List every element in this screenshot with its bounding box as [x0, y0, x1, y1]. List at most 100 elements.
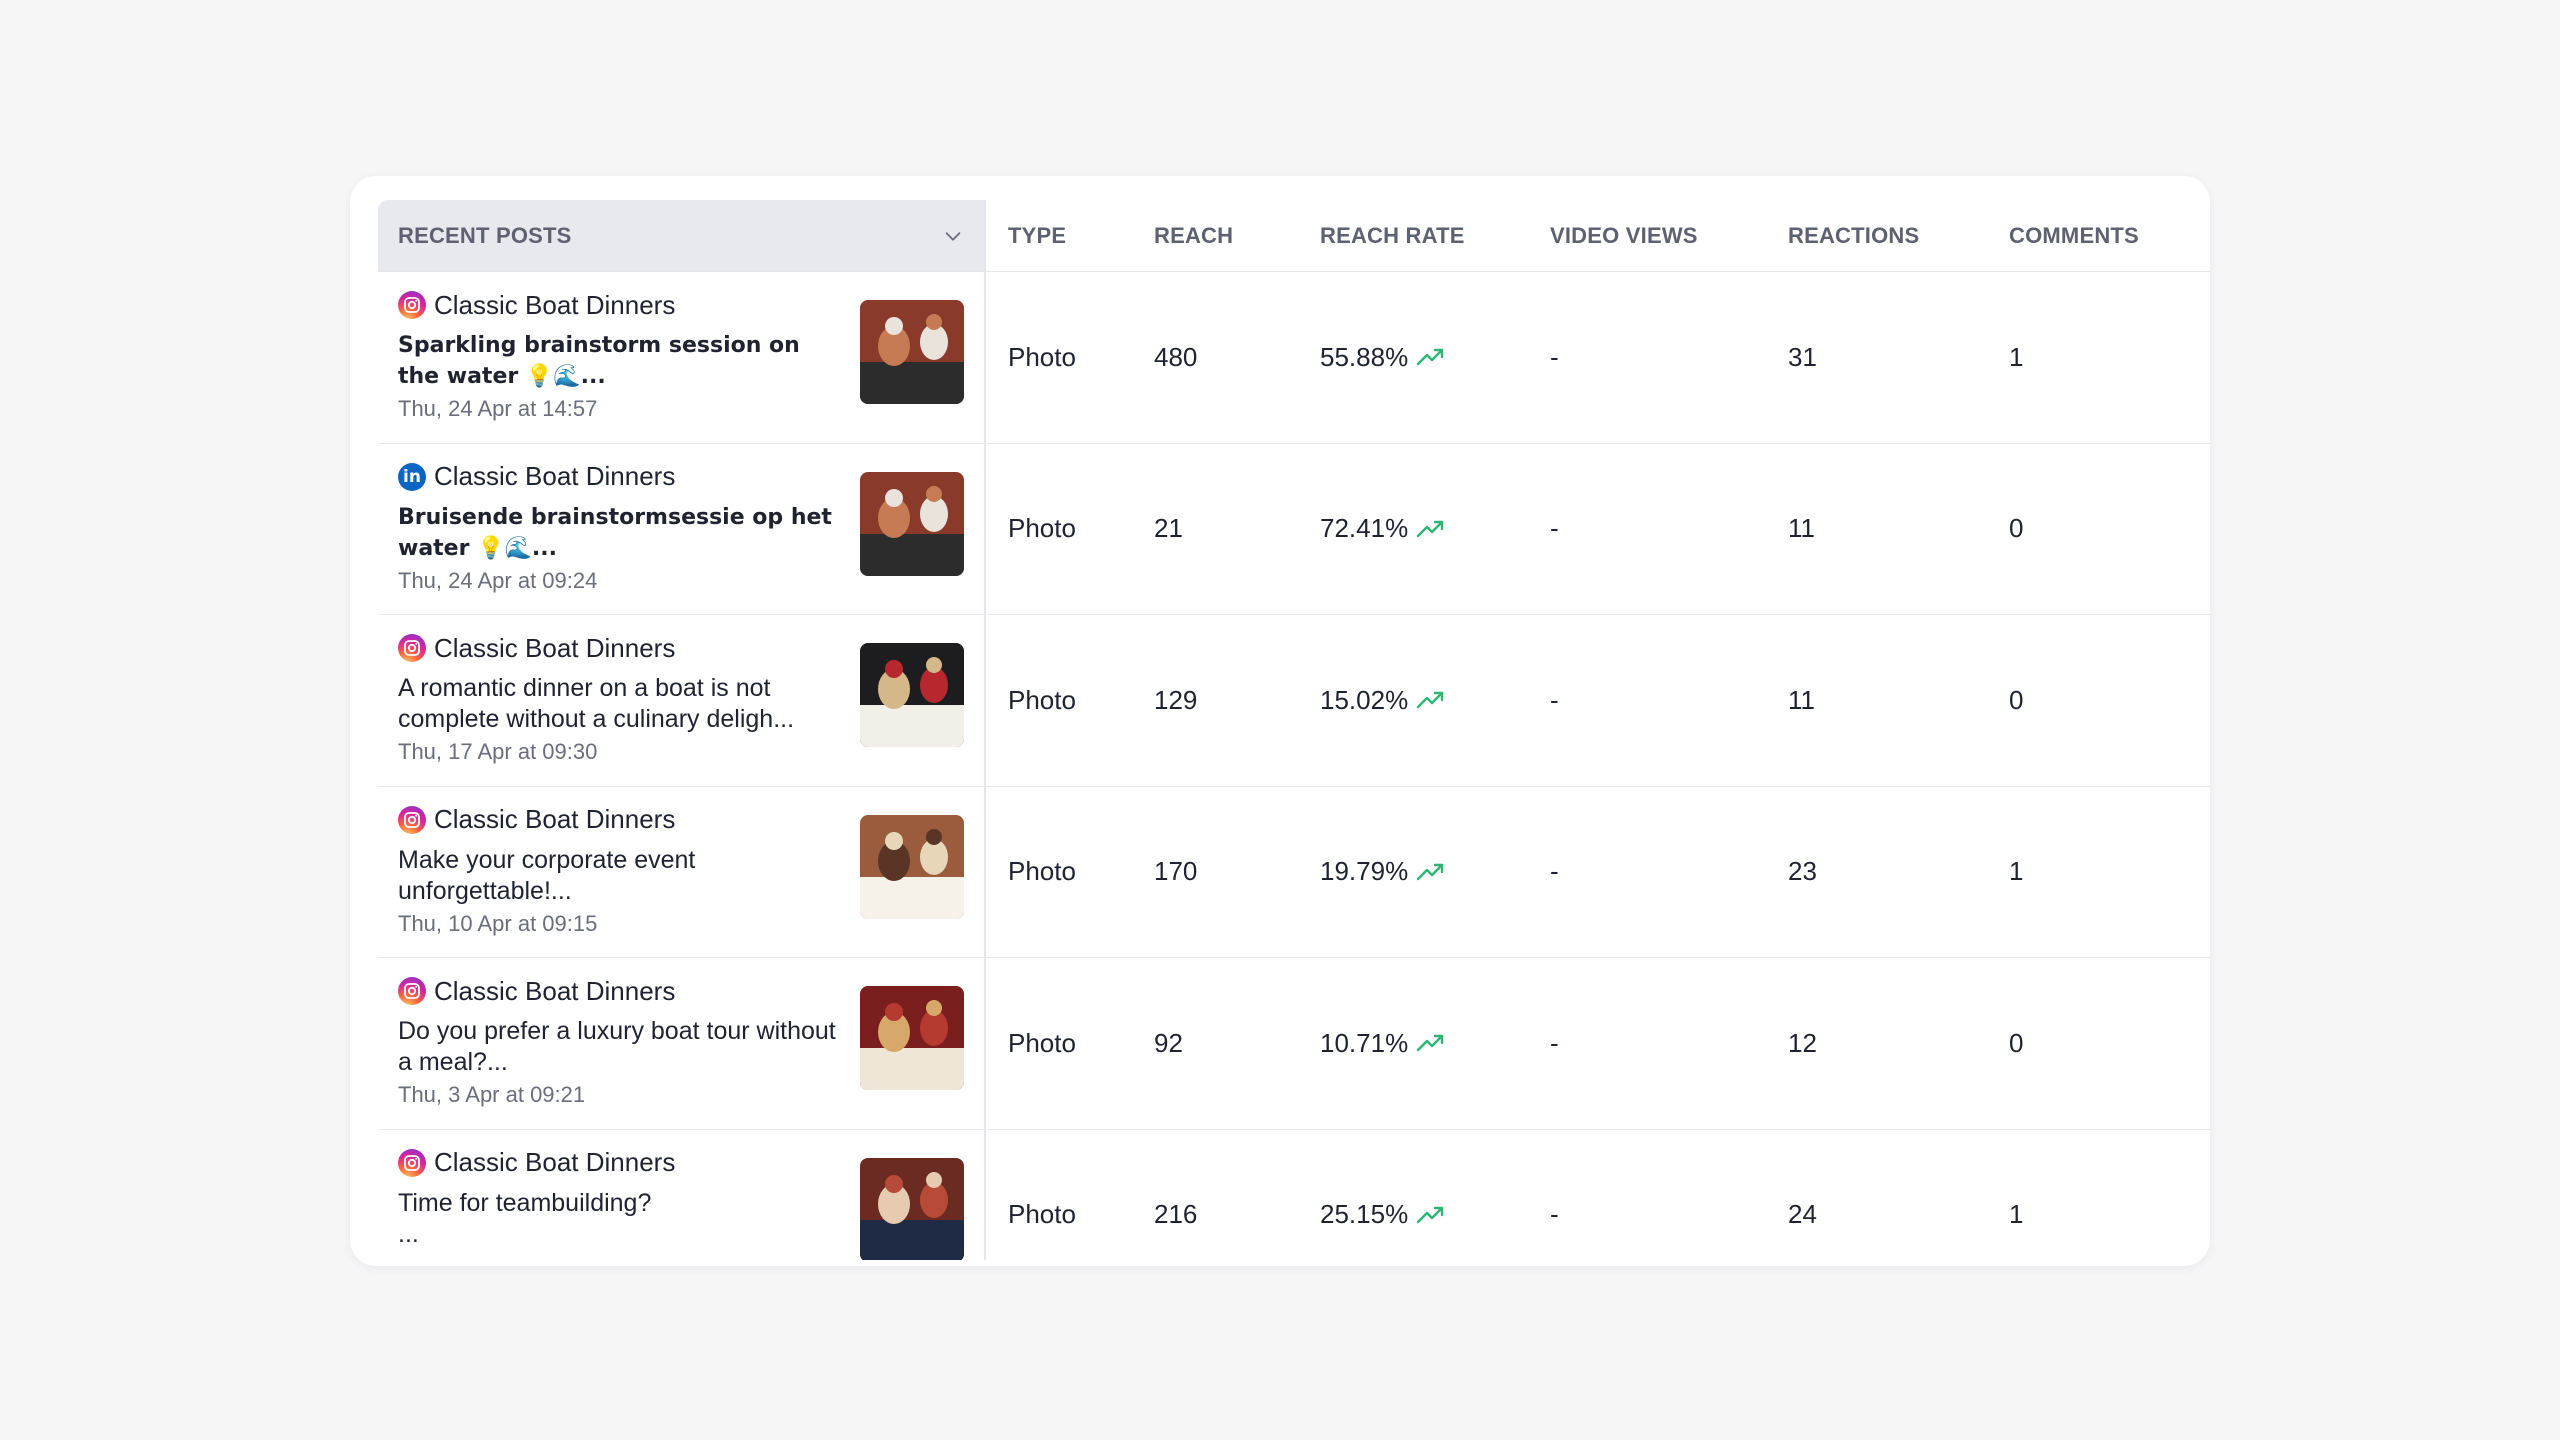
- post-reach-rate: 25.15%: [1320, 1199, 1409, 1230]
- account-name: Classic Boat Dinners: [434, 804, 676, 834]
- post-type: Photo: [1008, 1027, 1076, 1058]
- post-message: Bruisende brainstormsessie op het water …: [398, 504, 832, 561]
- chevron-down-icon[interactable]: [942, 225, 964, 247]
- post-reach: 480: [1154, 341, 1198, 372]
- instagram-icon: [398, 1148, 426, 1177]
- post-reach: 21: [1154, 513, 1183, 544]
- post-date: Thu, 24 Apr at 14:57: [398, 396, 598, 421]
- instagram-icon: [398, 977, 426, 1005]
- post-cell[interactable]: in Classic Boat Dinners Bruisende brains…: [378, 443, 986, 614]
- post-reach-rate-cell: 15.02%: [1298, 615, 1528, 786]
- post-reactions: 12: [1788, 1027, 1817, 1058]
- card-bottom-edge: [350, 1260, 2210, 1266]
- trend-up-icon: [1416, 863, 1444, 880]
- column-header-recent-posts[interactable]: RECENT POSTS: [378, 200, 986, 271]
- post-comments: 1: [2009, 341, 2024, 372]
- table-row[interactable]: Classic Boat Dinners Time for teambuildi…: [378, 1129, 2210, 1267]
- account-line: Classic Boat Dinners: [398, 631, 838, 665]
- post-thumbnail[interactable]: [860, 814, 964, 919]
- post-cell[interactable]: Classic Boat Dinners Sparkling brainstor…: [378, 272, 986, 443]
- post-message: Sparkling brainstorm session on the wate…: [398, 333, 800, 389]
- post-reach-rate-cell: 19.79%: [1298, 787, 1528, 958]
- post-message: Make your corporate event unforgettable!…: [398, 845, 696, 905]
- post-reach: 216: [1154, 1199, 1198, 1230]
- account-line: Classic Boat Dinners: [398, 974, 838, 1008]
- account-name: Classic Boat Dinners: [434, 975, 676, 1006]
- column-header-reach[interactable]: REACH: [1132, 200, 1298, 271]
- post-cell[interactable]: Classic Boat Dinners Do you prefer a lux…: [378, 958, 986, 1129]
- post-reach-rate-cell: 72.41%: [1298, 444, 1528, 615]
- post-type: Photo: [1008, 1199, 1076, 1230]
- post-date: Thu, 17 Apr at 09:30: [398, 739, 598, 764]
- post-summary: Classic Boat Dinners Do you prefer a lux…: [398, 974, 838, 1108]
- post-thumbnail[interactable]: [860, 300, 964, 404]
- post-reactions: 23: [1788, 856, 1817, 887]
- instagram-icon: [398, 805, 426, 834]
- table-row[interactable]: Classic Boat Dinners Sparkling brainstor…: [378, 272, 2210, 444]
- table-row[interactable]: Classic Boat Dinners Make your corporate…: [378, 786, 2210, 958]
- post-reach-rate: 55.88%: [1320, 341, 1409, 372]
- post-reach-rate-cell: 10.71%: [1298, 958, 1528, 1129]
- table-row[interactable]: Classic Boat Dinners Do you prefer a lux…: [378, 958, 2210, 1130]
- post-thumbnail[interactable]: [860, 471, 964, 576]
- post-type: Photo: [1008, 513, 1076, 544]
- post-reach-rate: 72.41%: [1320, 513, 1409, 544]
- post-comments: 1: [2009, 1199, 2024, 1230]
- post-comments: 1: [2009, 856, 2024, 887]
- post-reach-rate: 10.71%: [1320, 1027, 1409, 1058]
- table-body: Classic Boat Dinners Sparkling brainstor…: [378, 272, 2210, 1266]
- post-type: Photo: [1008, 856, 1076, 887]
- column-header-type[interactable]: TYPE: [986, 200, 1132, 271]
- post-type: Photo: [1008, 341, 1076, 372]
- instagram-icon: [398, 634, 426, 662]
- account-line: Classic Boat Dinners: [398, 803, 838, 837]
- post-reach-rate-cell: 55.88%: [1298, 272, 1528, 443]
- post-thumbnail[interactable]: [860, 1157, 964, 1262]
- post-thumbnail[interactable]: [860, 986, 964, 1090]
- post-comments: 0: [2009, 1027, 2024, 1058]
- post-summary: in Classic Boat Dinners Bruisende brains…: [398, 460, 838, 594]
- column-header-reach-rate[interactable]: REACH RATE: [1298, 200, 1528, 271]
- post-video-views: -: [1550, 341, 1559, 372]
- account-name: Classic Boat Dinners: [434, 289, 676, 320]
- post-reach: 92: [1154, 1027, 1183, 1058]
- account-line: Classic Boat Dinners: [398, 1146, 838, 1180]
- post-cell[interactable]: Classic Boat Dinners A romantic dinner o…: [378, 615, 986, 786]
- post-summary: Classic Boat Dinners Time for teambuildi…: [398, 1146, 838, 1254]
- linkedin-icon: in: [398, 462, 426, 491]
- account-name: Classic Boat Dinners: [434, 1147, 676, 1177]
- post-video-views: -: [1550, 513, 1559, 544]
- post-message: Do you prefer a luxury boat tour without…: [398, 1017, 836, 1076]
- post-reach: 170: [1154, 856, 1198, 887]
- post-date: Thu, 10 Apr at 09:15: [398, 910, 598, 936]
- table-row[interactable]: Classic Boat Dinners A romantic dinner o…: [378, 615, 2210, 787]
- account-name: Classic Boat Dinners: [434, 632, 676, 663]
- post-comments: 0: [2009, 513, 2024, 544]
- column-header-comments[interactable]: COMMENTS: [1987, 200, 2210, 271]
- account-name: Classic Boat Dinners: [434, 461, 676, 491]
- post-cell[interactable]: Classic Boat Dinners Time for teambuildi…: [378, 1129, 986, 1266]
- post-reach-rate: 15.02%: [1320, 684, 1409, 715]
- column-header-label: RECENT POSTS: [398, 222, 572, 248]
- post-reach-rate-cell: 25.15%: [1298, 1130, 1528, 1267]
- post-type: Photo: [1008, 684, 1076, 715]
- post-cell[interactable]: Classic Boat Dinners Make your corporate…: [378, 786, 986, 957]
- post-message: Time for teambuilding? ...: [398, 1188, 652, 1248]
- post-video-views: -: [1550, 684, 1559, 715]
- post-message: A romantic dinner on a boat is not compl…: [398, 674, 795, 733]
- post-thumbnail[interactable]: [860, 643, 964, 747]
- trend-up-icon: [1416, 1035, 1444, 1052]
- post-reactions: 31: [1788, 341, 1817, 372]
- account-line: Classic Boat Dinners: [398, 288, 838, 322]
- post-reactions: 24: [1788, 1199, 1817, 1230]
- post-comments: 0: [2009, 684, 2024, 715]
- trend-up-icon: [1416, 692, 1444, 709]
- trend-up-icon: [1416, 1206, 1444, 1223]
- post-video-views: -: [1550, 856, 1559, 887]
- column-header-video-views[interactable]: VIDEO VIEWS: [1528, 200, 1766, 271]
- column-header-reactions[interactable]: REACTIONS: [1766, 200, 1987, 271]
- post-date: Thu, 24 Apr at 09:24: [398, 567, 598, 593]
- post-summary: Classic Boat Dinners A romantic dinner o…: [398, 631, 838, 765]
- post-date: Thu, 3 Apr at 09:21: [398, 1082, 586, 1107]
- table-row[interactable]: in Classic Boat Dinners Bruisende brains…: [378, 443, 2210, 615]
